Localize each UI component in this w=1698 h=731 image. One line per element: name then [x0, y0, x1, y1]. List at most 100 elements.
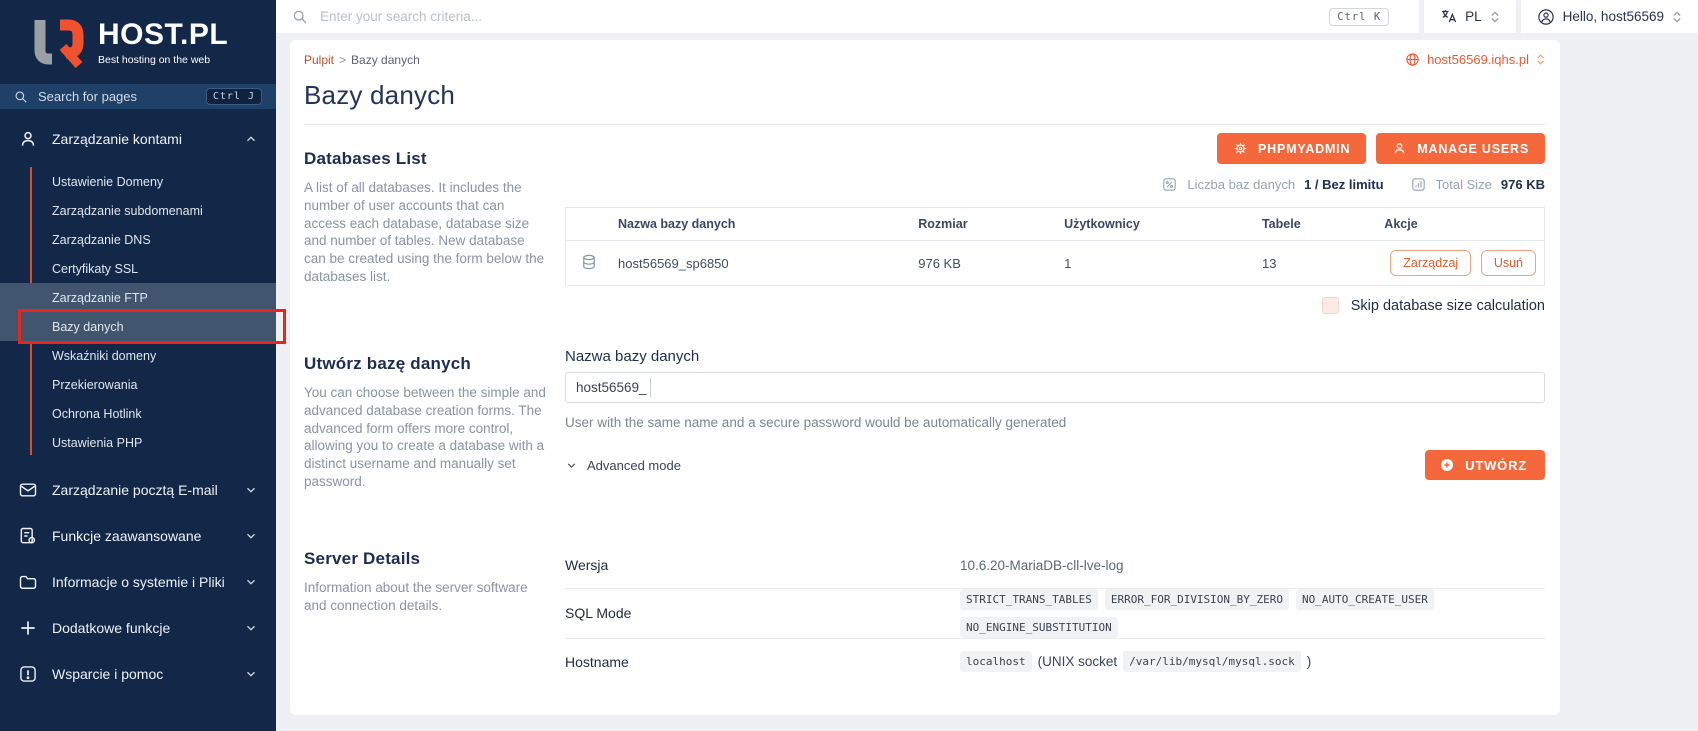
sidebar-item-wskazniki[interactable]: Wskaźniki domeny [0, 341, 276, 370]
sidebar-group-support[interactable]: Wsparcie i pomoc [0, 651, 276, 697]
total-size-icon [1410, 176, 1427, 193]
version-label: Wersja [565, 557, 960, 573]
stat-label: Total Size [1436, 177, 1492, 192]
skip-size-checkbox[interactable] [1322, 297, 1339, 314]
search-icon [14, 90, 28, 104]
sidebar-group-system-files[interactable]: Informacje o systemie i Pliki [0, 559, 276, 605]
sidebar-item-label: Zarządzanie DNS [52, 233, 151, 247]
sidebar-item-przekierowania[interactable]: Przekierowania [0, 370, 276, 399]
section-description: Information about the server software an… [304, 579, 549, 615]
cell-db-tables: 13 [1254, 241, 1376, 286]
databases-table: Nazwa bazy danych Rozmiar Użytkownicy Ta… [565, 207, 1545, 286]
sidebar-item-bazy-danych[interactable]: Bazy danych [0, 312, 276, 341]
hostname-label: Hostname [565, 654, 960, 670]
stat-value: 976 KB [1501, 177, 1545, 192]
hostname-text-end: ) [1307, 654, 1312, 669]
content-card: Pulpit > Bazy danych host56569.iqhs.pl B… [290, 40, 1560, 715]
sidebar-item-ssl[interactable]: Certyfikaty SSL [0, 254, 276, 283]
breadcrumb: Pulpit > Bazy danych host56569.iqhs.pl [304, 40, 1545, 67]
sidebar-item-label: Przekierowania [52, 378, 137, 392]
section-heading: Databases List [304, 149, 549, 169]
hostname-text: (UNIX socket [1038, 654, 1118, 669]
language-selector[interactable]: PL [1419, 0, 1516, 33]
document-gear-icon [18, 526, 38, 546]
advanced-mode-toggle[interactable]: Advanced mode [565, 458, 681, 473]
sql-mode-label: SQL Mode [565, 605, 960, 621]
sidebar-group-label: Funkcje zaawansowane [52, 528, 201, 544]
version-row: Wersja 10.6.20-MariaDB-cll-lve-log [565, 543, 1545, 589]
sidebar-group-advanced[interactable]: Funkcje zaawansowane [0, 513, 276, 559]
sidebar-item-label: Ustawienia PHP [52, 436, 142, 450]
stat-value: 1 / Bez limitu [1304, 177, 1383, 192]
cell-db-users: 1 [1056, 241, 1254, 286]
plus-circle-icon [1439, 457, 1455, 473]
sidebar-submenu: Ustawienie Domeny Zarządzanie subdomenam… [0, 163, 276, 467]
sql-mode-chip: NO_ENGINE_SUBSTITUTION [960, 617, 1118, 638]
delete-db-button[interactable]: Usuń [1481, 250, 1536, 276]
skip-size-row: Skip database size calculation [565, 297, 1545, 314]
user-menu[interactable]: Hello, host56569 [1516, 0, 1698, 33]
sidebar-section-accounts[interactable]: Zarządzanie kontami [0, 109, 276, 163]
section-description: You can choose between the simple and ad… [304, 384, 549, 491]
sidebar-item-hotlink[interactable]: Ochrona Hotlink [0, 399, 276, 428]
section-description: A list of all databases. It includes the… [304, 179, 549, 286]
main-area: Ctrl K PL Hello, host56569 Pulpit > Bazy [276, 0, 1698, 731]
sidebar-item-ustawienie-domeny[interactable]: Ustawienie Domeny [0, 167, 276, 196]
sidebar-group-label: Wsparcie i pomoc [52, 666, 163, 682]
create-button[interactable]: UTWÓRZ [1425, 450, 1545, 480]
table-header-row: Nazwa bazy danych Rozmiar Użytkownicy Ta… [566, 208, 1545, 241]
folder-icon [18, 572, 38, 592]
sidebar-item-label: Bazy danych [52, 320, 124, 334]
advanced-mode-label: Advanced mode [587, 458, 681, 473]
sidebar-item-dns[interactable]: Zarządzanie DNS [0, 225, 276, 254]
manage-users-button[interactable]: MANAGE USERS [1376, 133, 1545, 164]
sidebar-item-label: Ustawienie Domeny [52, 175, 163, 189]
sidebar-item-subdomeny[interactable]: Zarządzanie subdomenami [0, 196, 276, 225]
stat-label: Liczba baz danych [1187, 177, 1295, 192]
sidebar-search[interactable]: Search for pages Ctrl J [0, 84, 276, 109]
global-search-input[interactable] [320, 9, 1317, 24]
database-icon [580, 253, 598, 271]
databases-list-section: Databases List A list of all databases. … [304, 125, 1545, 314]
sidebar-item-label: Zarządzanie FTP [52, 291, 148, 305]
button-label: UTWÓRZ [1465, 458, 1527, 473]
db-name-input[interactable] [565, 372, 1545, 403]
phpmyadmin-button[interactable]: PHPMYADMIN [1217, 133, 1366, 164]
chevron-up-down-icon [1672, 10, 1682, 24]
page-title: Bazy danych [304, 80, 1545, 111]
skip-size-label: Skip database size calculation [1351, 298, 1545, 314]
table-row: host56569_sp6850 976 KB 1 13 Zarządzaj U… [566, 241, 1545, 286]
sql-mode-chip: NO_AUTO_CREATE_USER [1296, 589, 1434, 610]
manage-db-button[interactable]: Zarządzaj [1390, 250, 1471, 276]
domain-selector[interactable]: host56569.iqhs.pl [1405, 52, 1545, 67]
version-value: 10.6.20-MariaDB-cll-lve-log [960, 558, 1545, 573]
sidebar-section-label: Zarządzanie kontami [52, 131, 182, 147]
button-label: MANAGE USERS [1417, 142, 1529, 156]
search-icon [292, 9, 308, 25]
breadcrumb-current: Bazy danych [351, 53, 420, 67]
section-heading: Server Details [304, 549, 549, 569]
col-header-tables: Tabele [1254, 208, 1376, 241]
create-database-section: Utwórz bazę danych You can choose betwee… [304, 348, 1545, 491]
hostname-socket-chip: /var/lib/mysql/mysql.sock [1123, 651, 1301, 672]
sidebar-group-email[interactable]: Zarządzanie pocztą E-mail [0, 467, 276, 513]
breadcrumb-separator: > [339, 53, 346, 67]
sidebar-item-php[interactable]: Ustawienia PHP [0, 428, 276, 457]
sql-mode-chip: ERROR_FOR_DIVISION_BY_ZERO [1105, 589, 1289, 610]
sql-mode-row: SQL Mode STRICT_TRANS_TABLES ERROR_FOR_D… [565, 589, 1545, 639]
logo[interactable]: HOST.PL Best hosting on the web [0, 0, 276, 82]
chevron-down-icon [244, 621, 258, 635]
section-heading: Utwórz bazę danych [304, 354, 549, 374]
col-header-actions: Akcje [1376, 208, 1544, 241]
hostname-value: localhost (UNIX socket /var/lib/mysql/my… [960, 651, 1545, 672]
sidebar-group-extra[interactable]: Dodatkowe funkcje [0, 605, 276, 651]
sidebar-group-label: Zarządzanie pocztą E-mail [52, 482, 218, 498]
sidebar-item-ftp[interactable]: Zarządzanie FTP [0, 283, 276, 312]
topbar: Ctrl K PL Hello, host56569 [276, 0, 1698, 33]
brand-tagline: Best hosting on the web [98, 54, 228, 66]
gear-icon [1233, 141, 1248, 156]
breadcrumb-home-link[interactable]: Pulpit [304, 53, 334, 67]
warning-icon [18, 664, 38, 684]
language-label: PL [1465, 9, 1482, 24]
col-header-size: Rozmiar [910, 208, 1056, 241]
